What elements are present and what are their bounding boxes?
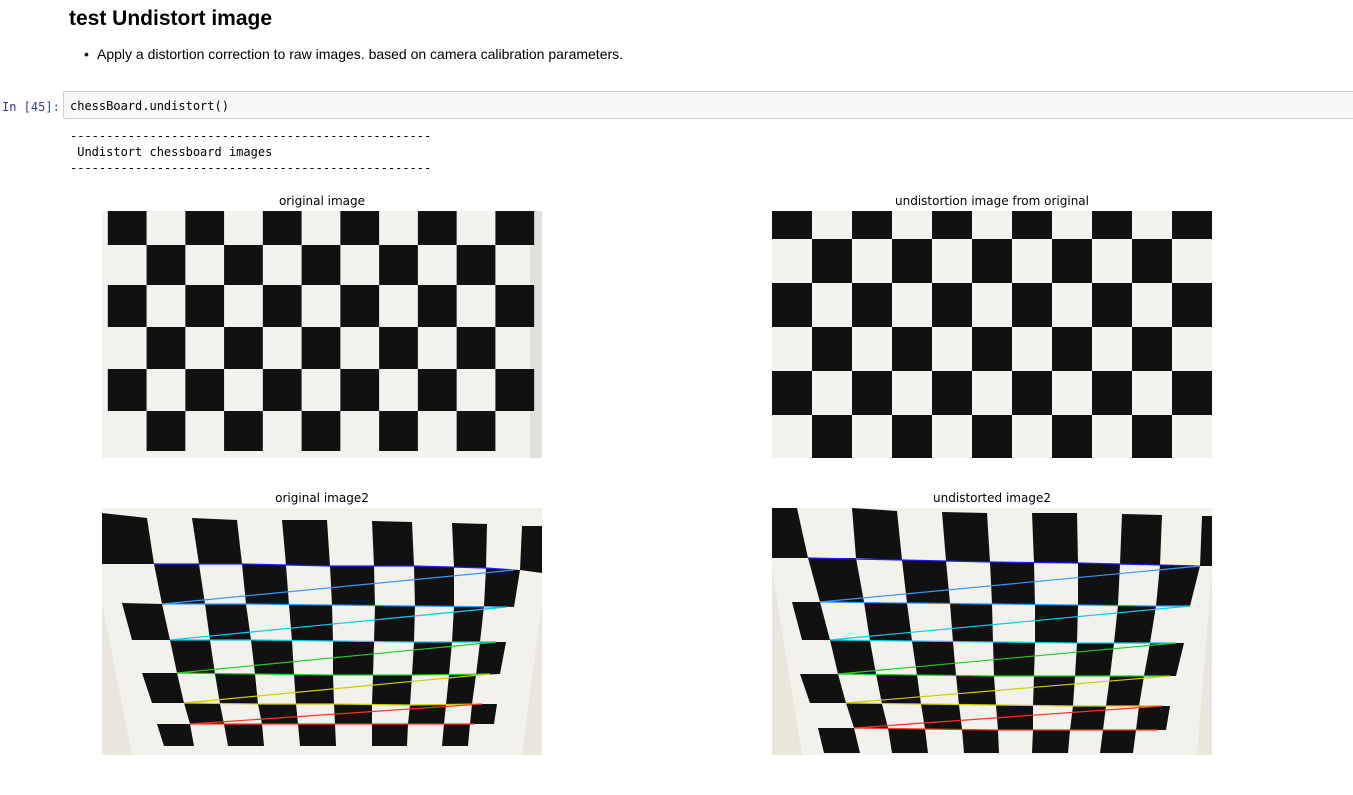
undistorted-chessboard-squares [772,211,1212,458]
undistorted-image2-chessboard [772,508,1212,755]
undistorted-chessboard-image [772,211,1212,458]
markdown-bullet-list: Apply a distortion correction to raw ima… [84,45,623,63]
original-chessboard-image [102,211,542,458]
subplot-title-undistorted-image2: undistorted image2 [933,491,1051,505]
subplot-title-original-image: original image [278,194,366,208]
cell-stdout-output: ----------------------------------------… [70,129,432,175]
markdown-heading: test Undistort image [69,7,273,30]
markdown-bullet-item: Apply a distortion correction to raw ima… [84,45,623,63]
code-cell-input[interactable]: chessBoard.undistort() [63,91,1353,119]
subplot-title-undistortion-image: undistortion image from original [895,194,1089,208]
original-chessboard-squares [107,211,535,451]
original-image2-chessboard [102,508,542,755]
cell-input-prompt: In [45]: [2,100,60,114]
subplot-title-original-image2: original image2 [275,491,369,505]
